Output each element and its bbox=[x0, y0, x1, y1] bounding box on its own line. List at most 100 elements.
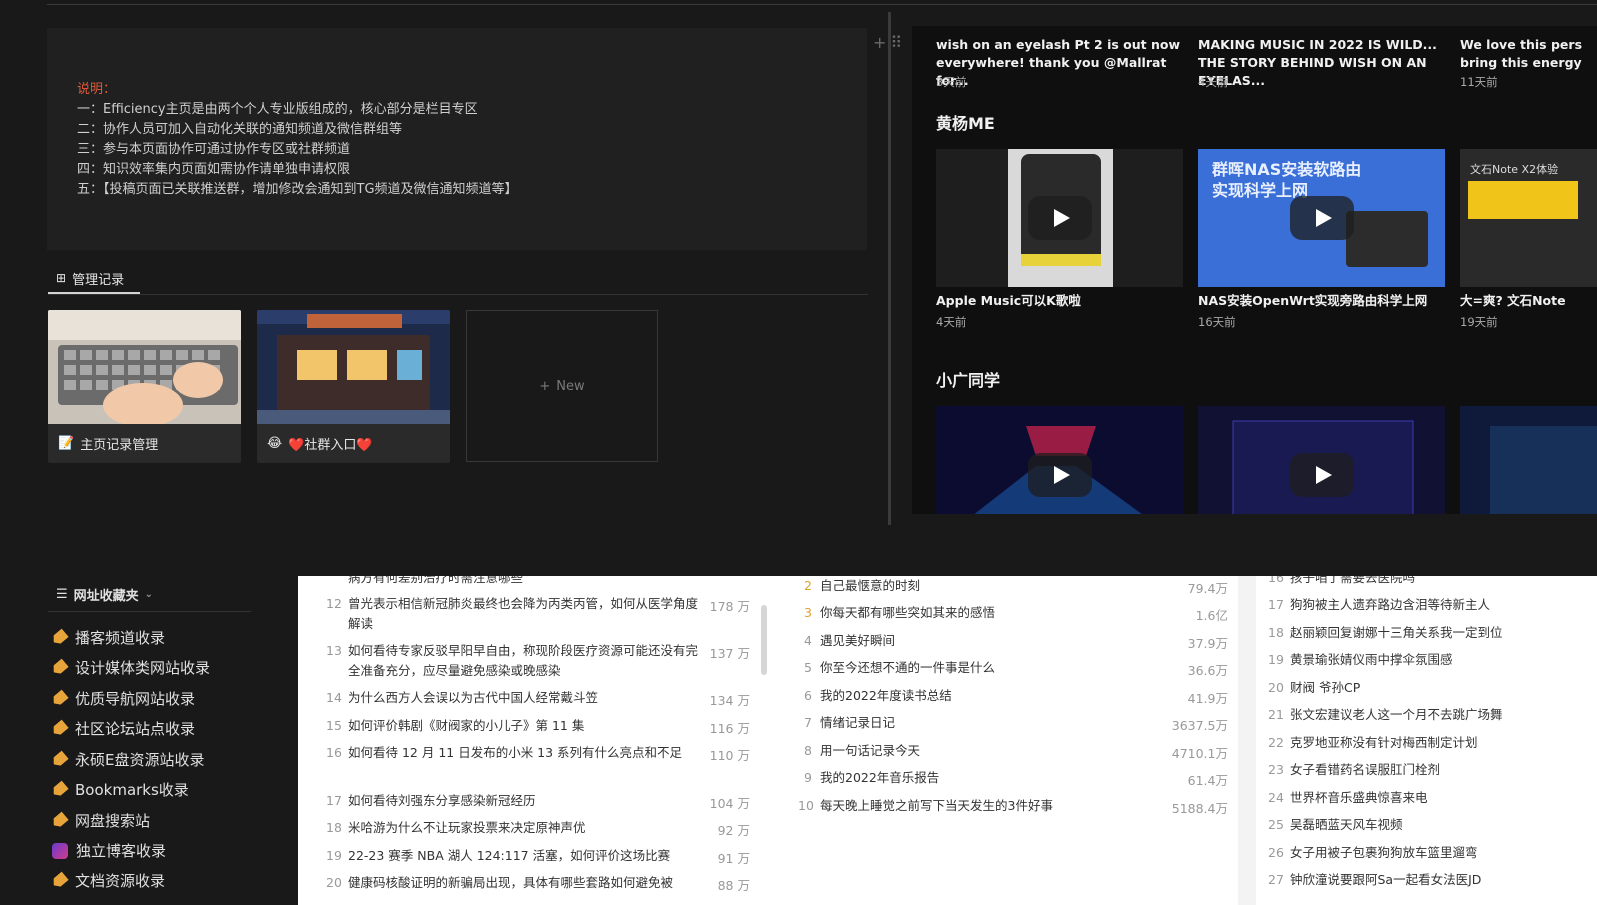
hot-list-zhihu[interactable]: 病方有何差别治疗时需注意哪些 12 曾光表示相信新冠肺炎最终也会降为丙类丙管，如… bbox=[298, 576, 760, 905]
list-item-title[interactable]: 你至今还想不通的一件事是什么 bbox=[820, 658, 995, 678]
video-embed[interactable]: wish on an eyelash Pt 2 is out now every… bbox=[912, 26, 1597, 514]
list-item-title[interactable]: 财阀 爷孙CP bbox=[1290, 678, 1360, 698]
list-item-title[interactable]: 每天晚上睡觉之前写下当天发生的3件好事 bbox=[820, 796, 1053, 816]
list-item-title[interactable]: 米哈游为什么不让玩家投票来决定原神声优 bbox=[348, 818, 698, 838]
video-thumbnail[interactable] bbox=[1460, 406, 1597, 514]
list-item-title[interactable]: 情绪记录日记 bbox=[820, 713, 895, 733]
rank-number: 2 bbox=[804, 578, 812, 593]
play-icon[interactable] bbox=[1289, 196, 1354, 240]
scrollbar-thumb[interactable] bbox=[761, 605, 767, 675]
hot-value: 110 万 bbox=[709, 748, 750, 763]
list-item-title[interactable]: 用一句话记录今天 bbox=[820, 741, 920, 761]
video-title[interactable]: We love this pers bring this energy bbox=[1460, 36, 1597, 72]
video-title[interactable]: wish on an eyelash Pt 2 is out now every… bbox=[936, 36, 1181, 90]
list-item-title[interactable]: 如何看待专家反驳早阳早自由，称现阶段医疗资源可能还没有完全准备充分，应尽量避免感… bbox=[348, 641, 698, 681]
video-thumbnail[interactable]: 文石Note X2体验 bbox=[1460, 149, 1597, 287]
rank-number: 22 bbox=[1268, 735, 1284, 750]
play-icon[interactable] bbox=[1027, 196, 1092, 240]
tag-icon bbox=[50, 719, 69, 737]
video-thumbnail[interactable] bbox=[1198, 406, 1445, 514]
bookmark-item[interactable]: 设计媒体类网站收录 bbox=[52, 657, 210, 678]
bookmark-item[interactable]: 优质导航网站收录 bbox=[52, 688, 195, 709]
rank-number: 23 bbox=[1268, 762, 1284, 777]
gallery-icon: ⊞ bbox=[56, 271, 67, 285]
list-item-title[interactable]: 张文宏建议老人这一个月不去跳广场舞 bbox=[1290, 705, 1503, 725]
info-line: 五：【投稿页面已关联推送群，增加修改会通知到TG频道及微信通知频道等】 bbox=[77, 182, 518, 197]
list-item-title[interactable]: 女子用被子包裹狗狗放车篮里遛弯 bbox=[1290, 843, 1478, 863]
list-item-title[interactable]: 如何评价韩剧《财阀家的小儿子》第 11 集 bbox=[348, 716, 698, 736]
video-title[interactable]: Apple Music可以K歌啦 bbox=[936, 292, 1081, 310]
bookmark-item[interactable]: Bookmarks收录 bbox=[52, 779, 189, 800]
rank-number: 27 bbox=[1268, 872, 1284, 887]
list-item-title[interactable]: 赵丽颖回复谢娜十三角关系我一定到位 bbox=[1290, 623, 1503, 643]
bookmark-item[interactable]: 文档资源收录 bbox=[52, 870, 165, 891]
rank-number: 8 bbox=[804, 743, 812, 758]
list-item-title[interactable]: 22-23 赛季 NBA 湖人 124:117 活塞，如何评价这场比赛 bbox=[348, 846, 698, 866]
gallery-card-community[interactable]: 😂 ❤️社群入口❤️ bbox=[257, 310, 450, 463]
rank-number: 19 bbox=[1268, 652, 1284, 667]
bookmark-item[interactable]: 独立博客收录 bbox=[52, 840, 166, 861]
bookmark-item[interactable]: 播客频道收录 bbox=[52, 627, 165, 648]
list-item-title[interactable]: 狗狗被主人遗弃路边含泪等待新主人 bbox=[1290, 595, 1490, 615]
bookmark-label: Bookmarks收录 bbox=[75, 781, 189, 799]
list-item-title[interactable]: 黄景瑜张婧仪雨中撑伞氛围感 bbox=[1290, 650, 1453, 670]
new-card-button[interactable]: + New bbox=[466, 310, 658, 462]
gallery-card-home-records[interactable]: 📝 主页记录管理 bbox=[48, 310, 241, 463]
list-item-title[interactable]: 你每天都有哪些突如其来的感悟 bbox=[820, 603, 995, 623]
list-item-title[interactable]: 克罗地亚称没有针对梅西制定计划 bbox=[1290, 733, 1478, 753]
list-item-title[interactable]: 吴磊晒蓝天风车视频 bbox=[1290, 815, 1403, 835]
video-meta: 3天前 bbox=[936, 75, 967, 89]
list-item-title[interactable]: 为什么西方人会误以为古代中国人经常戴斗笠 bbox=[348, 688, 698, 708]
video-thumbnail[interactable] bbox=[936, 406, 1183, 514]
video-title[interactable]: MAKING MUSIC IN 2022 IS WILD... THE STOR… bbox=[1198, 36, 1446, 90]
hot-list-weibo[interactable]: 16 孩子咱了需要去医院吗 17 狗狗被主人遗弃路边含泪等待新主人 18 赵丽颖… bbox=[1256, 576, 1597, 905]
list-item-title[interactable]: 我的2022年度读书总结 bbox=[820, 686, 952, 706]
list-item-title[interactable]: 如何看待刘强东分享感染新冠经历 bbox=[348, 791, 698, 811]
bookmarks-header[interactable]: ☰ 网址收藏夹 ⌄ bbox=[56, 585, 153, 604]
list-item-title[interactable]: 健康码核酸证明的新骗局出现，具体有哪些套路如何避免被 bbox=[348, 873, 698, 893]
list-item-title[interactable]: 女子看错药名误服肛门栓剂 bbox=[1290, 760, 1440, 780]
play-icon[interactable] bbox=[1027, 453, 1092, 497]
list-item-title[interactable]: 世界杯音乐盛典惊喜来电 bbox=[1290, 788, 1428, 808]
tag-icon bbox=[50, 811, 69, 829]
channel-title[interactable]: 黄杨ME bbox=[936, 110, 995, 134]
video-thumbnail[interactable] bbox=[936, 149, 1183, 287]
hot-value: 134 万 bbox=[709, 693, 750, 708]
hot-list-douban[interactable]: 2 自己最惬意的时刻 79.4万 3 你每天都有哪些突如其来的感悟 1.6亿 4… bbox=[784, 576, 1238, 905]
tab-label: 管理记录 bbox=[72, 272, 125, 288]
bookmark-label: 优质导航网站收录 bbox=[75, 690, 196, 708]
video-thumbnail[interactable]: 群晖NAS安装软路由 实现科学上网 bbox=[1198, 149, 1445, 287]
list-item-title[interactable]: 遇见美好瞬间 bbox=[820, 631, 895, 651]
tab-manage-records[interactable]: ⊞ 管理记录 bbox=[48, 264, 140, 294]
bookmark-item[interactable]: 社区论坛站点收录 bbox=[52, 718, 195, 739]
list-item-title[interactable]: 曾光表示相信新冠肺炎最终也会降为丙类丙管，如何从医学角度解读 bbox=[348, 594, 698, 634]
list-item-title[interactable]: 孩子咱了需要去医院吗 bbox=[1290, 576, 1415, 588]
rank-number: 12 bbox=[326, 596, 342, 611]
bookmark-item[interactable]: 网盘搜索站 bbox=[52, 810, 150, 831]
info-title: 说明： bbox=[77, 82, 117, 97]
rank-number: 16 bbox=[326, 745, 342, 760]
bookmark-item[interactable]: 永硕E盘资源站收录 bbox=[52, 749, 204, 770]
info-line: 一：Efficiency主页是由两个个人专业版组成的，核心部分是栏目专区 bbox=[77, 102, 478, 117]
bookmarks-divider bbox=[48, 611, 251, 612]
bookmark-label: 永硕E盘资源站收录 bbox=[75, 751, 205, 769]
video-meta: 16天前 bbox=[1198, 315, 1236, 329]
info-line: 三：参与本页面协作可通过协作专区或社群频道 bbox=[77, 142, 351, 157]
list-item-title[interactable]: 病方有何差别治疗时需注意哪些 bbox=[348, 576, 698, 588]
play-icon[interactable] bbox=[1289, 453, 1354, 497]
list-item-title[interactable]: 自己最惬意的时刻 bbox=[820, 576, 920, 596]
list-icon: ☰ bbox=[56, 587, 68, 602]
channel-title[interactable]: 小广同学 bbox=[936, 367, 1000, 391]
list-item-title[interactable]: 我的2022年音乐报告 bbox=[820, 768, 939, 788]
plus-icon: + bbox=[539, 378, 551, 394]
video-meta: 4天前 bbox=[936, 315, 967, 329]
emoji-icon: 😂 bbox=[267, 436, 283, 451]
list-item-title[interactable]: 如何看待 12 月 11 日发布的小米 13 系列有什么亮点和不足 bbox=[348, 743, 698, 763]
drag-handle-icon[interactable]: ⠿ bbox=[890, 33, 906, 52]
column-divider[interactable] bbox=[888, 12, 891, 525]
list-item-title[interactable]: 钟欣潼说要跟阿Sa一起看女法医JD bbox=[1290, 870, 1481, 890]
video-title[interactable]: NAS安装OpenWrt实现旁路由科学上网 bbox=[1198, 292, 1427, 310]
blog-icon bbox=[52, 842, 68, 859]
video-title[interactable]: 大=爽? 文石Note bbox=[1460, 292, 1566, 310]
list-gap bbox=[1238, 576, 1256, 905]
